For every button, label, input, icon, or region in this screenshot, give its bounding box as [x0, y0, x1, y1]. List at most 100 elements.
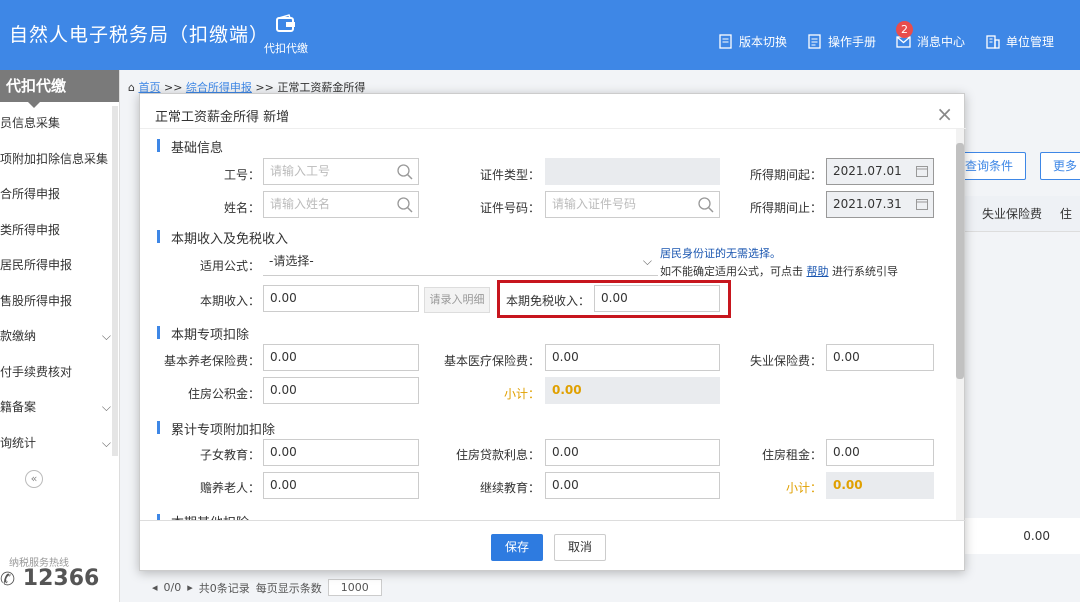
next-page-icon[interactable]: ▸ [187, 581, 193, 594]
period-start-input[interactable]: 2021.07.01 [826, 158, 934, 185]
hint-text-pre: 如不能确定适用公式，可点击 [660, 265, 803, 278]
more-button[interactable]: 更多 [1040, 152, 1080, 180]
chevron-down-icon: ⌵ [101, 435, 111, 450]
pagination: ◂ 0/0 ▸ 共0条记录 每页显示条数 1000 [152, 579, 382, 596]
message-center-link[interactable]: 2 消息中心 [896, 21, 966, 50]
sidebar-item-statistics[interactable]: 询统计 ⌵ [0, 426, 119, 462]
message-center-label: 消息中心 [917, 35, 966, 49]
chevron-down-icon: ⌵ [101, 400, 111, 414]
sidebar-item-payment[interactable]: 款缴纳 ⌵ [0, 319, 119, 355]
period-start-label: 所得期间起： [749, 168, 822, 182]
sidebar-item-comprehensive[interactable]: 合所得申报 [0, 177, 119, 213]
document-icon [719, 34, 732, 49]
unit-management-label: 单位管理 [1006, 35, 1055, 49]
chevron-down-icon: ⌵ [101, 329, 111, 343]
section-basic-info: 基础信息 [157, 137, 223, 156]
period-start-value: 2021.07.01 [833, 164, 902, 178]
hotline-number: ✆ 12366 [0, 566, 99, 591]
exempt-income-input[interactable]: 0.00 [594, 285, 720, 312]
add-salary-dialog: 正常工资薪金所得 新增 × 基础信息 工号： 请输入工号 姓名： 请输入姓名 证… [139, 93, 966, 572]
period-end-value: 2021.07.31 [833, 197, 902, 211]
name-input[interactable]: 请输入姓名 [263, 191, 419, 218]
prev-page-icon[interactable]: ◂ [152, 581, 158, 594]
elderly-support-input[interactable]: 0.00 [263, 472, 419, 499]
dialog-scrollbar[interactable] [956, 129, 964, 520]
table-header-unemployment: 失业保险费 住 [962, 196, 1080, 232]
id-number-input[interactable]: 请输入证件号码 [545, 191, 720, 218]
chevron-down-icon: ⌵ [642, 254, 652, 268]
version-switch-label: 版本切换 [739, 35, 788, 49]
housing-loan-input[interactable]: 0.00 [545, 439, 720, 466]
total-records: 共0条记录 [198, 581, 250, 595]
close-icon[interactable]: × [936, 102, 953, 126]
sidebar-item-classified[interactable]: 类所得申报 [0, 213, 119, 249]
special-subtotal-value: 0.00 [552, 383, 582, 397]
income-label: 本期收入： [199, 294, 260, 308]
module-withholding[interactable]: 代扣代缴 [258, 14, 314, 56]
table-header-next: 住 [1059, 207, 1072, 221]
unit-management-link[interactable]: 单位管理 [985, 33, 1054, 50]
sidebar: 代扣代缴 员信息采集 项附加扣除信息采集 合所得申报 类所得申报 居民所得申报 … [0, 70, 120, 602]
children-education-input[interactable]: 0.00 [263, 439, 419, 466]
message-count-badge: 2 [896, 21, 913, 38]
sidebar-item-label: 居民所得申报 [0, 258, 73, 272]
save-button[interactable]: 保存 [491, 534, 543, 561]
period-end-label: 所得期间止： [749, 201, 822, 215]
sidebar-item-special-deduction[interactable]: 项附加扣除信息采集 [0, 142, 119, 178]
manual-link[interactable]: 操作手册 [807, 33, 876, 50]
search-icon[interactable] [396, 196, 414, 214]
unemployment-label: 失业保险费： [749, 354, 822, 368]
housing-rent-input[interactable]: 0.00 [826, 439, 934, 466]
pension-label: 基本养老保险费： [163, 354, 260, 368]
unemployment-input[interactable]: 0.00 [826, 344, 934, 371]
formula-value: -请选择- [269, 254, 314, 268]
income-input[interactable]: 0.00 [263, 285, 419, 312]
sidebar-item-nonresident[interactable]: 居民所得申报 [0, 248, 119, 284]
formula-hint-line2: 如不能确定适用公式，可点击 帮助 进行系统引导 [660, 263, 898, 279]
formula-select[interactable]: -请选择- ⌵ [263, 249, 658, 276]
section-cumulative-deduction: 累计专项附加扣除 [157, 419, 275, 438]
sidebar-item-label: 类所得申报 [0, 222, 61, 237]
exempt-income-label: 本期免税收入： [505, 294, 590, 308]
hint-text-post: 进行系统引导 [832, 265, 898, 278]
sidebar-scrollbar[interactable] [112, 106, 118, 456]
id-number-label: 证件号码： [479, 201, 540, 215]
id-type-label: 证件类型： [479, 168, 540, 182]
dialog-footer: 保存 取消 [140, 520, 966, 572]
sidebar-item-fee-check[interactable]: 付手续费核对 [0, 355, 119, 391]
sidebar-item-label: 籍备案 [0, 400, 37, 414]
app-title: 自然人电子税务局（扣缴端） [9, 24, 270, 46]
table-header-label: 失业保险费 [982, 207, 1043, 221]
housing-rent-label: 住房租金： [761, 448, 822, 462]
sidebar-item-filing[interactable]: 籍备案 ⌵ [0, 390, 119, 426]
sidebar-item-personnel[interactable]: 员信息采集 [0, 106, 119, 142]
elderly-support-label: 赡养老人： [199, 481, 260, 495]
emp-id-input[interactable]: 请输入工号 [263, 158, 419, 185]
sidebar-title: 代扣代缴 [0, 70, 119, 108]
per-page-input[interactable]: 1000 [327, 579, 382, 596]
scrollbar-thumb[interactable] [956, 143, 964, 379]
cumulative-subtotal-label: 小计： [785, 481, 822, 495]
calendar-icon[interactable] [916, 165, 928, 177]
period-end-input[interactable]: 2021.07.31 [826, 191, 934, 218]
cancel-button[interactable]: 取消 [554, 534, 606, 561]
module-label: 代扣代缴 [264, 42, 308, 55]
pension-input[interactable]: 0.00 [263, 344, 419, 371]
hotline-number-text: 12366 [22, 566, 100, 591]
continuing-education-input[interactable]: 0.00 [545, 472, 720, 499]
emp-id-label: 工号： [223, 168, 260, 182]
version-switch-link[interactable]: 版本切换 [718, 33, 787, 50]
collapse-sidebar-button[interactable]: « [25, 470, 43, 488]
cumulative-subtotal-field: 0.00 [826, 472, 934, 499]
sidebar-item-label: 款缴纳 [0, 329, 37, 343]
housing-fund-label: 住房公积金： [187, 387, 260, 401]
housing-fund-input[interactable]: 0.00 [263, 377, 419, 404]
help-link[interactable]: 帮助 [807, 265, 829, 278]
medical-input[interactable]: 0.00 [545, 344, 720, 371]
search-icon[interactable] [396, 163, 414, 181]
id-number-placeholder: 请输入证件号码 [552, 197, 637, 211]
sidebar-item-restricted-stock[interactable]: 售股所得申报 [0, 284, 119, 320]
calendar-icon[interactable] [916, 198, 928, 210]
sidebar-item-label: 项附加扣除信息采集 [0, 151, 109, 166]
section-special-deduction: 本期专项扣除 [157, 324, 249, 343]
